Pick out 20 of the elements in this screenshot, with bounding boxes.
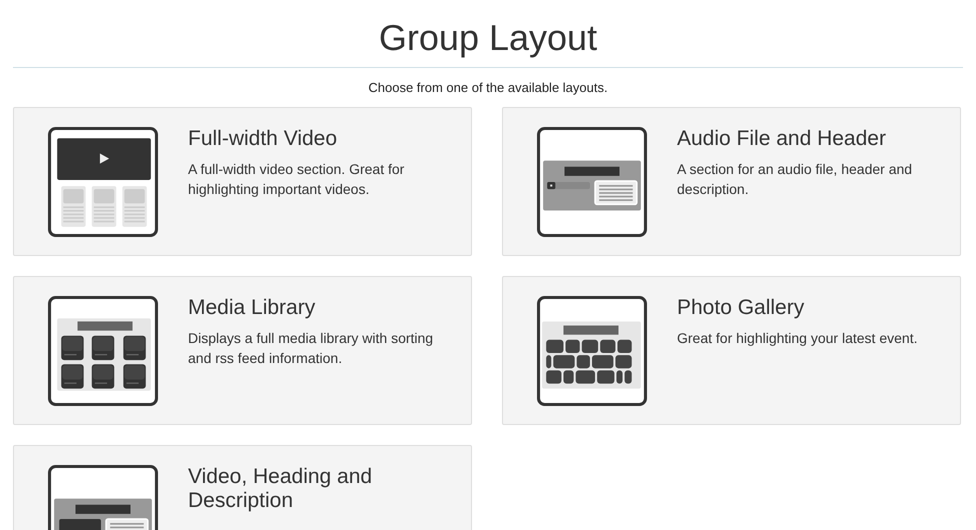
layout-title: Photo Gallery: [677, 296, 806, 320]
layout-title: Audio File and Header: [677, 127, 887, 151]
photo-grid-icon: [537, 296, 647, 406]
layout-card[interactable]: Full-width Video A full-width video section. Great for highlighting important videos.: [13, 107, 472, 256]
audio-layout-icon: [537, 127, 647, 237]
layout-card[interactable]: Audio File and Header A section for an audio file, header and description.: [502, 107, 961, 256]
layout-title: Video, Heading and Description: [188, 465, 374, 513]
layout-card[interactable]: Media Library Displays a full media library with sorting and rss feed information.: [13, 276, 472, 425]
layout-card[interactable]: Video, Heading and Description: [13, 445, 472, 530]
page-subtitle: Choose from one of the available layouts.: [367, 80, 609, 96]
layout-description: A full-width video section. Great for highlighting important videos.: [188, 160, 406, 199]
layout-description: A section for an audio file, header and description.: [677, 160, 914, 199]
video-layout-icon: [48, 127, 158, 237]
media-grid-icon: [48, 296, 158, 406]
layout-title: Media Library: [188, 296, 316, 320]
layout-description: Displays a full media library with sorting and rss feed information.: [188, 329, 434, 368]
layout-title: Full-width Video: [188, 127, 338, 151]
page-title: Group Layout: [378, 16, 598, 59]
layout-card[interactable]: Photo Gallery Great for highlighting your latest event.: [502, 276, 961, 425]
layout-description: Great for highlighting your latest event.: [677, 329, 918, 348]
